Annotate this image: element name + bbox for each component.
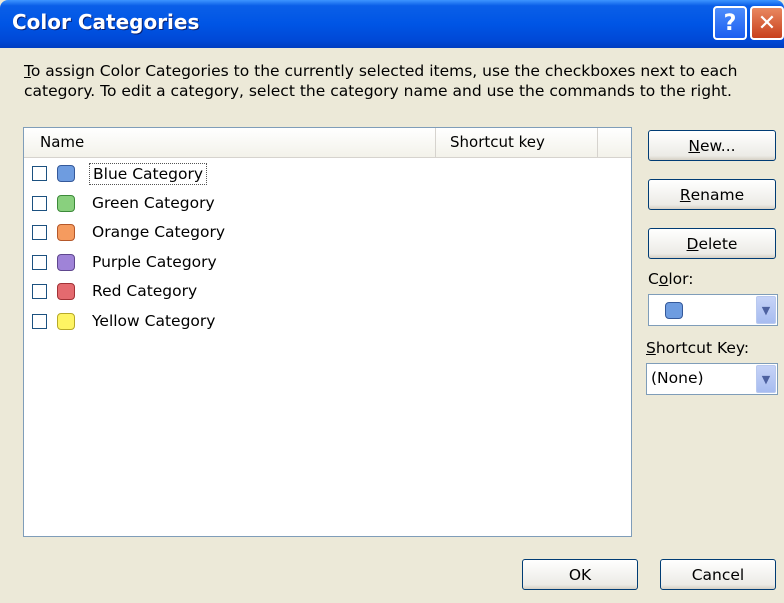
close-icon: ✕: [757, 10, 777, 36]
selected-color-swatch: [665, 302, 683, 319]
list-rows: Blue Category Green Category Orange Catego…: [24, 162, 631, 339]
category-color-swatch: [57, 283, 75, 300]
shortcut-key-dropdown[interactable]: (None) ▼: [646, 363, 778, 395]
color-categories-dialog: Color Categories ? ✕ To assign Color Cat…: [0, 0, 784, 603]
category-color-swatch: [57, 312, 75, 330]
list-item[interactable]: Blue Category: [24, 162, 631, 192]
color-label-post: lor:: [668, 270, 694, 288]
chevron-down-icon: ▼: [761, 303, 771, 317]
color-label-pre: C: [648, 270, 659, 288]
category-list[interactable]: Name Shortcut key Blue Category Green Cat…: [23, 127, 632, 537]
rename-button[interactable]: Rename: [648, 179, 776, 210]
instructions-mnemonic: T: [24, 62, 31, 80]
new-button-label: ew...: [700, 136, 736, 155]
category-name[interactable]: Green Category: [89, 193, 218, 213]
category-color-swatch: [57, 253, 75, 271]
category-color-swatch: [57, 165, 75, 182]
category-name[interactable]: Purple Category: [89, 252, 220, 272]
column-header-shortcut-key[interactable]: Shortcut key: [436, 128, 598, 157]
shortcut-key-label-text: hortcut Key:: [655, 339, 750, 357]
category-color-swatch: [57, 224, 75, 241]
category-checkbox[interactable]: [32, 166, 47, 181]
instructions-line-2: category. To edit a category, select the…: [24, 82, 732, 100]
category-name[interactable]: Orange Category: [89, 222, 228, 242]
list-item[interactable]: Orange Category: [24, 221, 631, 251]
shortcut-key-label-mnemonic: S: [646, 339, 656, 357]
list-item[interactable]: Yellow Category: [24, 310, 631, 340]
category-checkbox[interactable]: [32, 284, 47, 299]
category-checkbox[interactable]: [32, 254, 47, 270]
category-checkbox[interactable]: [32, 225, 47, 240]
chevron-down-icon: ▼: [761, 372, 771, 386]
rename-button-mnemonic: R: [679, 185, 691, 204]
new-button-mnemonic: N: [688, 136, 701, 155]
delete-button-label: elete: [698, 234, 738, 253]
help-button[interactable]: ?: [713, 6, 747, 40]
instructions-text: To assign Color Categories to the curren…: [24, 61, 764, 101]
instructions-line-1: To assign Color Categories to the curren…: [24, 61, 764, 81]
category-checkbox[interactable]: [32, 195, 47, 211]
category-name[interactable]: Blue Category: [89, 163, 208, 185]
new-button[interactable]: New...: [648, 130, 776, 161]
rename-button-label: ename: [690, 185, 745, 204]
title-bar[interactable]: Color Categories ? ✕: [0, 0, 784, 48]
list-item[interactable]: Green Category: [24, 192, 631, 222]
category-checkbox[interactable]: [32, 313, 47, 329]
ok-button[interactable]: OK: [522, 559, 638, 590]
color-dropdown-arrow[interactable]: ▼: [756, 296, 776, 324]
list-item[interactable]: Purple Category: [24, 251, 631, 281]
list-header: Name Shortcut key: [24, 128, 631, 158]
color-dropdown[interactable]: ▼: [648, 294, 778, 326]
instructions-line-1-text: o assign Color Categories to the current…: [30, 62, 738, 80]
window-title: Color Categories: [12, 10, 200, 34]
delete-button-mnemonic: D: [686, 234, 699, 253]
shortcut-dropdown-arrow[interactable]: ▼: [756, 365, 776, 393]
color-label: Color:: [648, 270, 693, 288]
category-name[interactable]: Red Category: [89, 281, 200, 301]
color-label-mnemonic: o: [658, 270, 669, 288]
category-name[interactable]: Yellow Category: [89, 311, 218, 331]
help-icon: ?: [723, 10, 737, 36]
shortcut-key-value: (None): [651, 369, 704, 387]
delete-button[interactable]: Delete: [648, 228, 776, 259]
column-header-name[interactable]: Name: [30, 128, 436, 157]
shortcut-key-label: Shortcut Key:: [646, 339, 749, 357]
category-color-swatch: [57, 194, 75, 212]
close-button[interactable]: ✕: [750, 6, 784, 40]
list-item[interactable]: Red Category: [24, 280, 631, 310]
cancel-button[interactable]: Cancel: [660, 559, 776, 590]
